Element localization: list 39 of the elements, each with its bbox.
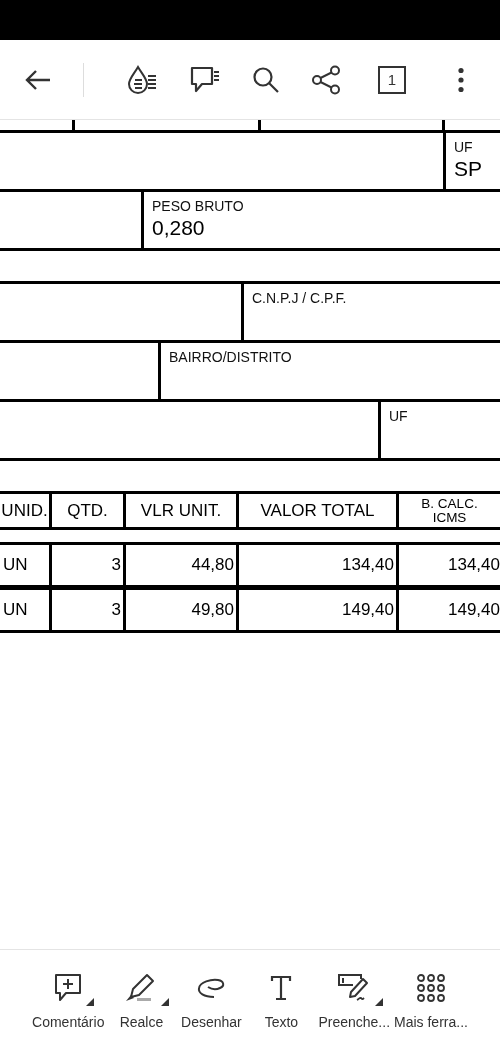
tool-button[interactable]: Desenhar [176, 972, 247, 1045]
tool-button[interactable]: Mais ferra... [392, 972, 470, 1045]
table-cell-text: 149,40 [447, 599, 500, 621]
table-cell: UN [0, 590, 52, 630]
search-icon[interactable] [252, 65, 280, 94]
more-options-icon[interactable] [457, 66, 465, 93]
tool-button[interactable]: Comentário [30, 972, 107, 1045]
table-cell: 3 [52, 590, 126, 630]
comment-list-icon[interactable] [189, 64, 221, 95]
back-arrow-icon[interactable] [24, 68, 52, 91]
table-cell-text: 134,40 [447, 554, 500, 576]
field-label: BAIRRO/DISTRITO [169, 349, 292, 365]
column-header: B. CALC. ICMS [420, 495, 479, 527]
table-cell: UN [0, 545, 52, 585]
drop-icon[interactable] [126, 63, 158, 96]
field-label: UF [389, 408, 408, 424]
field-label: C.N.P.J / C.P.F. [252, 290, 347, 306]
column-header: QTD. [52, 494, 126, 527]
lasso-icon [196, 977, 227, 999]
page-number-button[interactable]: 1 [378, 65, 406, 94]
comment-add-icon [54, 973, 83, 1003]
table-cell: 149,40 [239, 590, 399, 630]
table-cell: 3 [52, 545, 126, 585]
share-icon[interactable] [311, 64, 341, 95]
table-cell: 49,80 [126, 590, 239, 630]
text-t-icon [270, 975, 293, 1001]
tool-button[interactable]: Preenche... [316, 972, 393, 1045]
table-cell: 44,80 [126, 545, 239, 585]
field-label: PESO BRUTO [152, 198, 244, 214]
column-header: VALOR TOTAL [239, 494, 399, 527]
field-label: UF [454, 139, 473, 155]
tool-button[interactable]: Realce [106, 972, 177, 1045]
field-value: SP [454, 157, 482, 181]
app-grid-icon [417, 974, 445, 1002]
field-value: 0,280 [152, 216, 205, 240]
column-header: VLR UNIT. [126, 494, 239, 527]
column-header: UNID. [0, 494, 52, 527]
table-cell: 134,40 [239, 545, 399, 585]
tool-button[interactable]: Texto [246, 972, 317, 1045]
